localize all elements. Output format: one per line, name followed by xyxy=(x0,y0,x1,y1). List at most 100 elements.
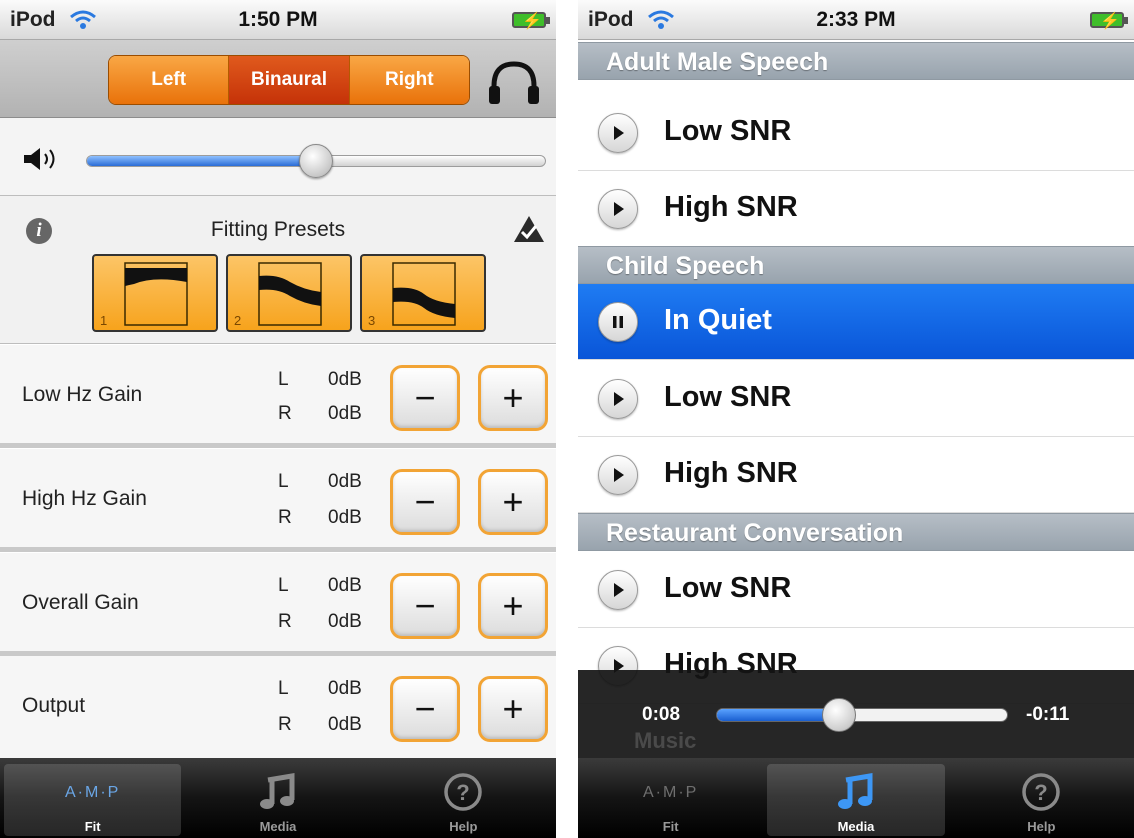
preset-button-3[interactable]: 3 xyxy=(360,254,486,332)
battery-icon: ⚡ xyxy=(1090,12,1128,30)
left-gain-value: 0dB xyxy=(328,369,362,390)
gain-row-overall: Overall Gain L 0dB R 0dB − + xyxy=(0,553,556,656)
svg-text:?: ? xyxy=(457,780,470,805)
segment-right[interactable]: Right xyxy=(349,56,469,104)
left-gain-value: 0dB xyxy=(328,678,362,699)
list-item-label: High SNR xyxy=(664,191,798,223)
increase-button[interactable]: + xyxy=(478,365,548,431)
ear-selector-bar: Left Binaural Right xyxy=(0,40,556,118)
right-gain-value: 0dB xyxy=(328,714,362,735)
decrease-button[interactable]: − xyxy=(390,676,460,742)
clock: 2:33 PM xyxy=(816,8,896,31)
playback-scrubber[interactable] xyxy=(716,698,1008,732)
left-gain-value: 0dB xyxy=(328,471,362,492)
decrease-button[interactable]: − xyxy=(390,573,460,639)
tab-label: Media xyxy=(259,819,297,834)
right-gain-value: 0dB xyxy=(328,611,362,632)
media-screen: iPod 2:33 PM ⚡ Adult Male Speech Low SNR… xyxy=(578,0,1134,838)
music-section-header-partial: Music xyxy=(634,728,697,753)
preset-curve-icon xyxy=(124,262,188,326)
left-channel-label: L xyxy=(278,369,289,390)
pause-icon[interactable] xyxy=(598,302,638,342)
tab-label: Fit xyxy=(84,819,101,834)
play-icon[interactable] xyxy=(598,113,638,153)
tab-label: Fit xyxy=(662,819,679,834)
tab-label: Media xyxy=(837,819,875,834)
list-item[interactable]: Low SNR xyxy=(578,552,1134,628)
increase-button[interactable]: + xyxy=(478,469,548,535)
volume-slider-fill xyxy=(87,156,316,166)
tab-media[interactable]: Media xyxy=(189,764,366,836)
preset-number: 2 xyxy=(234,313,242,328)
speaker-icon xyxy=(24,148,55,170)
tab-help[interactable]: ? Help xyxy=(375,764,552,836)
tab-media[interactable]: Media xyxy=(767,764,945,836)
playback-progress-fill xyxy=(717,709,839,721)
tab-fit[interactable]: A·M·P Fit xyxy=(4,764,182,836)
right-channel-label: R xyxy=(278,507,292,528)
gain-label: High Hz Gain xyxy=(22,487,147,510)
help-icon: ? xyxy=(1022,773,1061,811)
right-channel-label: R xyxy=(278,611,292,632)
ear-segmented-control: Left Binaural Right xyxy=(108,55,470,105)
preset-button-1[interactable]: 1 xyxy=(92,254,218,332)
amp-logo-icon: A·M·P xyxy=(643,784,699,801)
gain-row-low-hz: Low Hz Gain L 0dB R 0dB − + xyxy=(0,345,556,448)
gain-row-high-hz: High Hz Gain L 0dB R 0dB − + xyxy=(0,449,556,552)
right-gain-value: 0dB xyxy=(328,507,362,528)
preset-button-2[interactable]: 2 xyxy=(226,254,352,332)
list-item-label: Low SNR xyxy=(664,115,792,147)
section-header-restaurant: Restaurant Conversation xyxy=(578,513,1134,551)
media-player-bar: Music 0:08 -0:11 xyxy=(578,670,1134,758)
increase-button[interactable]: + xyxy=(478,676,548,742)
list-item[interactable]: Low SNR xyxy=(578,95,1134,171)
volume-slider-thumb[interactable] xyxy=(299,144,333,178)
gain-label: Low Hz Gain xyxy=(22,383,143,406)
segment-left[interactable]: Left xyxy=(109,56,230,104)
decrease-button[interactable]: − xyxy=(390,469,460,535)
left-channel-label: L xyxy=(278,678,289,699)
list-item-selected[interactable]: In Quiet xyxy=(578,284,1134,360)
list-item[interactable]: High SNR xyxy=(578,437,1134,513)
preset-number: 1 xyxy=(100,313,108,328)
list-item[interactable]: Low SNR xyxy=(578,361,1134,437)
clock: 1:50 PM xyxy=(238,8,318,31)
list-item-label: In Quiet xyxy=(664,304,772,336)
check-icon[interactable] xyxy=(512,214,546,244)
volume-row xyxy=(0,118,556,196)
tab-fit[interactable]: A·M·P Fit xyxy=(582,764,759,836)
decrease-button[interactable]: − xyxy=(390,365,460,431)
fit-screen: iPod 1:50 PM ⚡ Left Binaural Right i Fit… xyxy=(0,0,556,838)
section-header-adult-male: Adult Male Speech xyxy=(578,42,1134,80)
tab-label: Help xyxy=(449,819,478,834)
volume-slider[interactable] xyxy=(86,144,546,178)
section-header-child-speech: Child Speech xyxy=(578,246,1134,284)
play-icon[interactable] xyxy=(598,455,638,495)
preset-curve-icon xyxy=(392,262,456,326)
amp-logo-icon: A·M·P xyxy=(65,784,121,801)
right-channel-label: R xyxy=(278,403,292,424)
headphones-icon[interactable] xyxy=(486,60,542,106)
tab-label: Help xyxy=(1027,819,1056,834)
playback-scrubber-thumb[interactable] xyxy=(821,698,856,732)
tab-help[interactable]: ? Help xyxy=(953,764,1130,836)
svg-text:?: ? xyxy=(1035,780,1048,805)
fitting-presets-title: Fitting Presets xyxy=(210,218,346,241)
right-channel-label: R xyxy=(278,714,292,735)
music-note-icon xyxy=(837,773,873,809)
left-gain-value: 0dB xyxy=(328,575,362,596)
gain-label: Overall Gain xyxy=(22,591,139,614)
right-gain-value: 0dB xyxy=(328,403,362,424)
play-icon[interactable] xyxy=(598,379,638,419)
left-channel-label: L xyxy=(278,575,289,596)
left-channel-label: L xyxy=(278,471,289,492)
segment-binaural[interactable]: Binaural xyxy=(229,56,350,104)
play-icon[interactable] xyxy=(598,570,638,610)
elapsed-time: 0:08 xyxy=(642,704,681,725)
preset-number: 3 xyxy=(368,313,376,328)
gain-label: Output xyxy=(22,694,86,717)
play-icon[interactable] xyxy=(598,189,638,229)
increase-button[interactable]: + xyxy=(478,573,548,639)
tab-bar: A·M·P Fit Media ? Help xyxy=(578,758,1134,838)
list-item[interactable]: High SNR xyxy=(578,171,1134,247)
